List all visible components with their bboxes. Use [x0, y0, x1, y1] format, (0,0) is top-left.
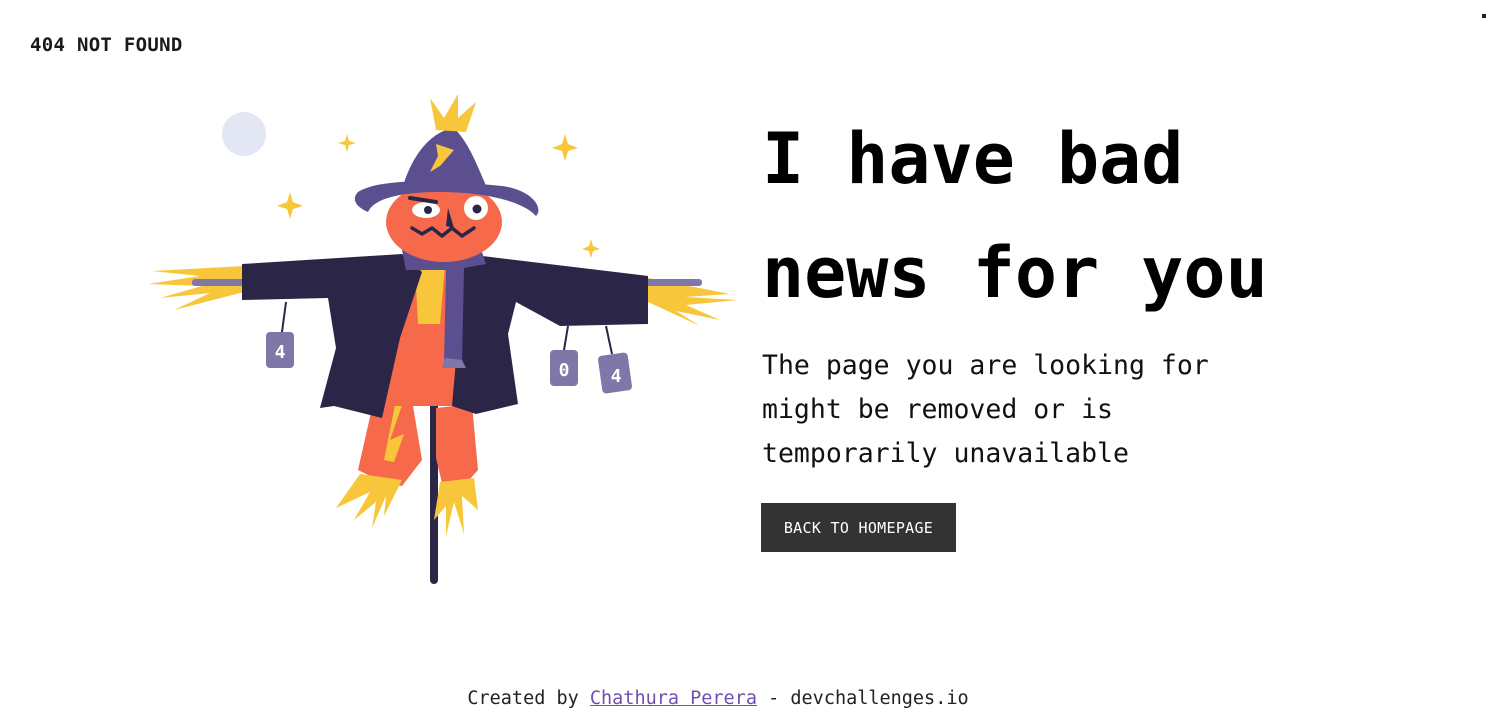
- author-link[interactable]: Chathura Perera: [590, 688, 757, 709]
- sparkle-icon: [338, 134, 356, 152]
- can-label: 0: [559, 360, 570, 381]
- page-headline: I have bad news for you: [762, 102, 1462, 330]
- can-label: 4: [611, 366, 622, 387]
- can-label: 4: [275, 342, 286, 363]
- description-line: temporarily unavailable: [762, 438, 1129, 469]
- back-to-homepage-button[interactable]: BACK TO HOMEPAGE: [761, 503, 956, 552]
- footer-prefix: Created by: [467, 688, 579, 709]
- sparkle-icon: [552, 134, 578, 161]
- page-description: The page you are looking for might be re…: [762, 344, 1282, 476]
- sparkle-icon: [277, 192, 303, 219]
- headline-line: news for you: [762, 232, 1268, 314]
- scarecrow-illustration: 4 0 4: [140, 88, 750, 588]
- sparkle-icon: [582, 239, 600, 258]
- corner-dot: [1482, 14, 1486, 18]
- moon-icon: [222, 112, 266, 156]
- footer-suffix: - devchallenges.io: [768, 688, 969, 709]
- description-line: might be removed or is: [762, 394, 1113, 425]
- footer: Created by Chathura Perera - devchalleng…: [0, 688, 1436, 709]
- description-line: The page you are looking for: [762, 350, 1209, 381]
- brand-title: 404 NOT FOUND: [30, 34, 183, 56]
- headline-line: I have bad: [762, 118, 1184, 200]
